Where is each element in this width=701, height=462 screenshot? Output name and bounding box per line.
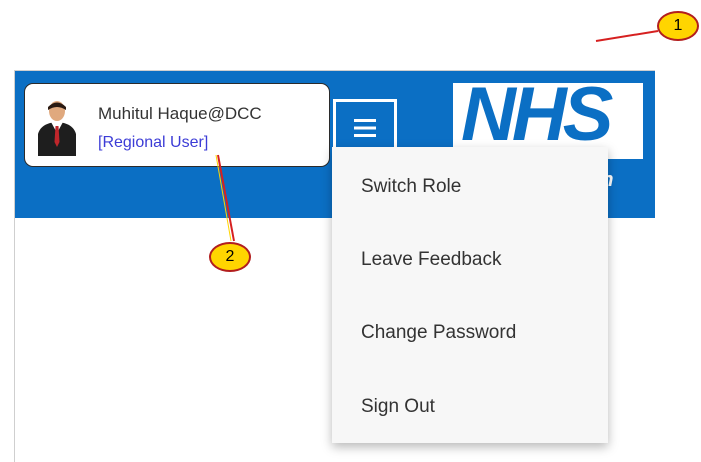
callout-arrow-2-shadow [215, 154, 232, 242]
callout-badge-1: 1 [657, 11, 699, 41]
callout-arrows [215, 30, 659, 242]
callout-arrow-1 [595, 30, 659, 42]
callout-arrow-2 [217, 154, 235, 242]
callout-badge-2: 2 [209, 242, 251, 272]
